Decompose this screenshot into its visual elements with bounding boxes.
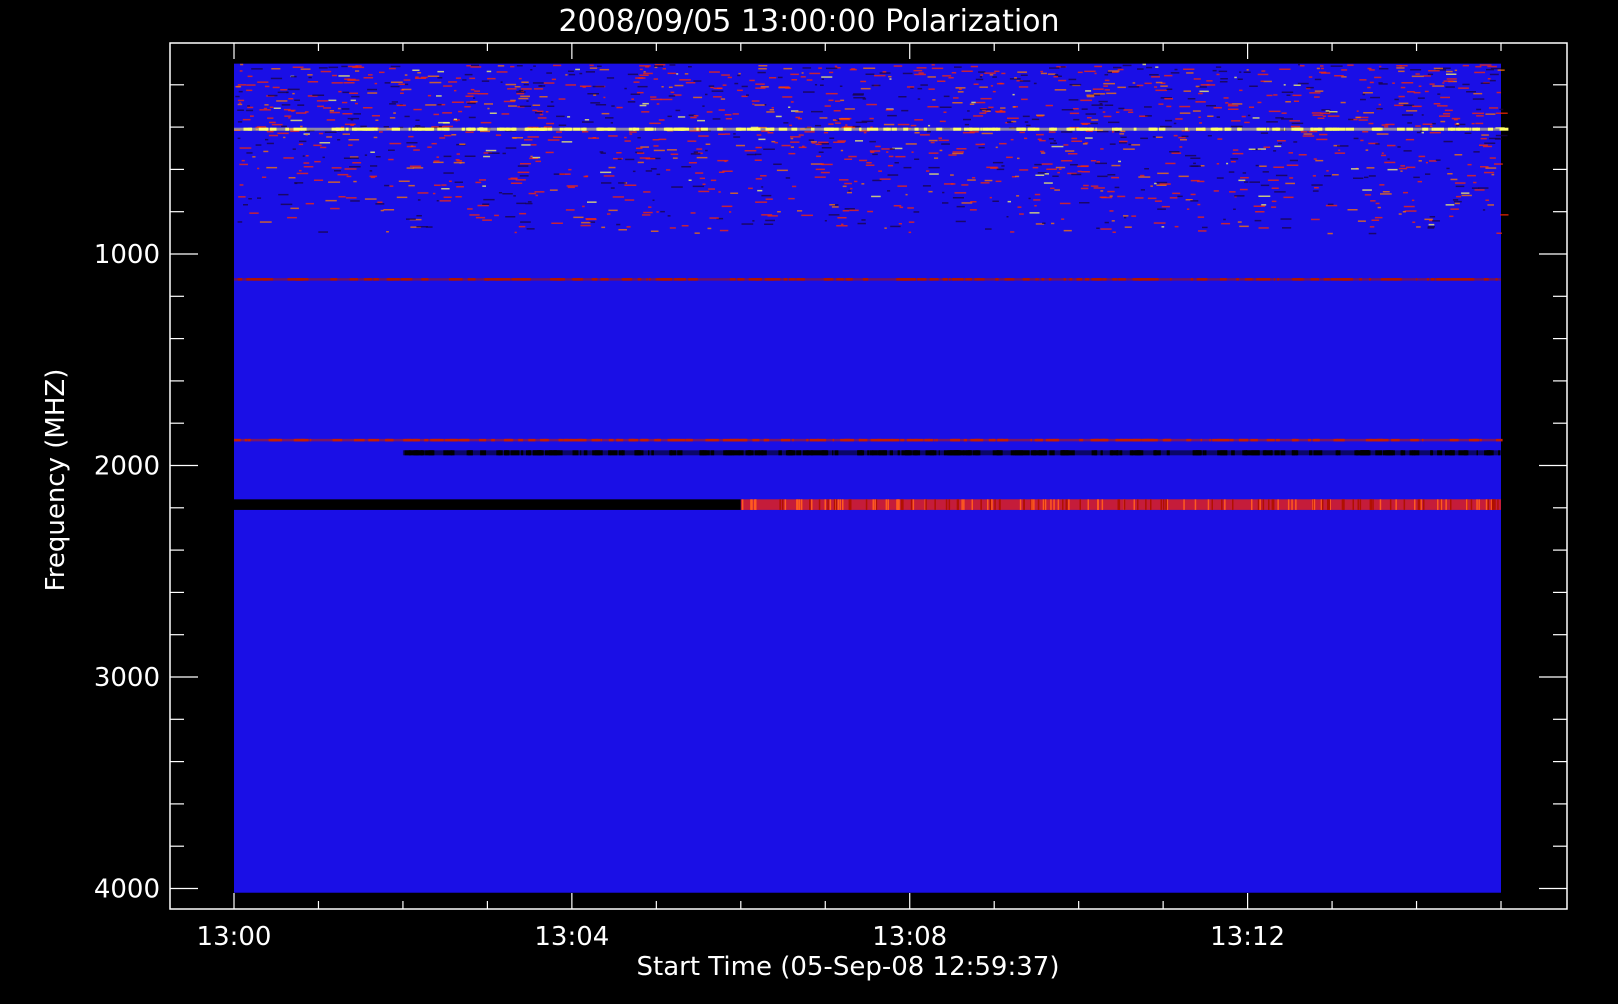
x-axis-label: Start Time (05-Sep-08 12:59:37) (637, 952, 1060, 982)
feature-bright-band (740, 499, 1501, 510)
y-tick-label: 2000 (94, 452, 160, 482)
feature-dark-line (402, 450, 1501, 456)
feature-red-line (234, 438, 1503, 442)
feature-dark-band (234, 499, 741, 510)
chart-title: 2008/09/05 13:00:00 Polarization (558, 4, 1059, 39)
x-tick-label: 13:12 (1210, 922, 1285, 952)
x-tick-label: 13:00 (197, 922, 272, 952)
y-tick-label: 3000 (94, 663, 160, 693)
y-tick-label: 4000 (94, 875, 160, 905)
feature-bright-line (234, 127, 1509, 131)
x-tick-label: 13:04 (534, 922, 609, 952)
heatmap-background (234, 63, 1501, 893)
spectrogram-image (234, 63, 1509, 893)
chart-svg: 2008/09/05 13:00:00 Polarization Frequen… (0, 0, 1618, 1000)
x-tick-label: 13:08 (872, 922, 947, 952)
y-axis-label: Frequency (MHZ) (41, 369, 71, 592)
feature-interference-line (234, 278, 1501, 281)
polarization-spectrogram-chart: 2008/09/05 13:00:00 Polarization Frequen… (0, 0, 1618, 1000)
y-tick-label: 1000 (94, 240, 160, 270)
